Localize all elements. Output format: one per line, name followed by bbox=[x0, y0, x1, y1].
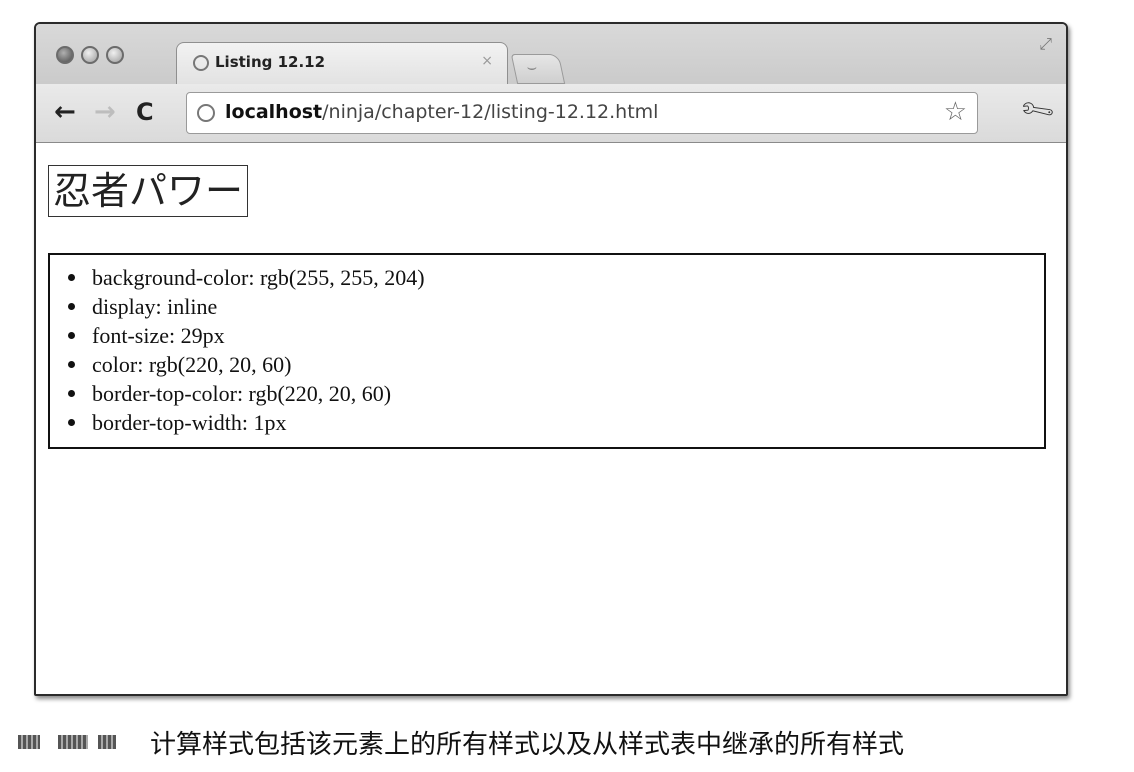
wrench-icon[interactable]: 🔧︎ bbox=[1016, 90, 1057, 130]
globe-icon bbox=[193, 55, 209, 71]
figure-number-mark bbox=[18, 731, 138, 753]
computed-styles-list: background-color: rgb(255, 255, 204) dis… bbox=[50, 255, 1044, 437]
style-text: border-top-width: 1px bbox=[92, 410, 287, 435]
tab-title: Listing 12.12 bbox=[215, 53, 326, 71]
address-bar[interactable]: localhost/ninja/chapter-12/listing-12.12… bbox=[186, 92, 978, 134]
close-tab-icon[interactable]: × bbox=[481, 53, 493, 69]
bullet-icon bbox=[68, 303, 75, 310]
list-item: font-size: 29px bbox=[64, 321, 1044, 350]
tab-listing[interactable]: Listing 12.12 × bbox=[176, 42, 508, 85]
list-item: background-color: rgb(255, 255, 204) bbox=[64, 263, 1044, 292]
resize-icon[interactable]: ⤢ bbox=[1039, 34, 1052, 54]
style-text: font-size: 29px bbox=[92, 323, 225, 348]
bullet-icon bbox=[68, 390, 75, 397]
zoom-window-button[interactable] bbox=[106, 46, 124, 64]
list-item: border-top-color: rgb(220, 20, 60) bbox=[64, 379, 1044, 408]
figure: Listing 12.12 × ⌣ ⤢ ← → C localhost/ninj… bbox=[0, 0, 1134, 772]
close-window-button[interactable] bbox=[56, 46, 74, 64]
list-item: border-top-width: 1px bbox=[64, 408, 1044, 437]
url-text[interactable]: localhost/ninja/chapter-12/listing-12.12… bbox=[225, 101, 658, 123]
style-text: background-color: rgb(255, 255, 204) bbox=[92, 265, 425, 290]
minimize-window-button[interactable] bbox=[81, 46, 99, 64]
star-icon[interactable]: ☆ bbox=[944, 97, 967, 127]
list-item: color: rgb(220, 20, 60) bbox=[64, 350, 1044, 379]
new-tab-icon: ⌣ bbox=[526, 57, 538, 76]
caption-text: 计算样式包括该元素上的所有样式以及从样式表中继承的所有样式 bbox=[150, 729, 905, 760]
arrow-left-icon[interactable]: ← bbox=[54, 98, 76, 126]
style-text: display: inline bbox=[92, 294, 218, 319]
browser-chrome: Listing 12.12 × ⌣ ⤢ ← → C localhost/ninj… bbox=[36, 24, 1066, 143]
arrow-right-icon[interactable]: → bbox=[94, 98, 116, 126]
reload-icon[interactable]: C bbox=[136, 98, 154, 126]
new-tab-button[interactable]: ⌣ bbox=[510, 54, 566, 84]
list-item: display: inline bbox=[64, 292, 1044, 321]
bullet-icon bbox=[68, 361, 75, 368]
computed-styles-box: background-color: rgb(255, 255, 204) dis… bbox=[48, 253, 1046, 449]
navigation-bar: ← → C localhost/ninja/chapter-12/listing… bbox=[36, 84, 1066, 142]
url-path: /ninja/chapter-12/listing-12.12.html bbox=[322, 101, 659, 123]
browser-window: Listing 12.12 × ⌣ ⤢ ← → C localhost/ninj… bbox=[34, 22, 1068, 696]
globe-icon bbox=[197, 104, 215, 122]
style-text: border-top-color: rgb(220, 20, 60) bbox=[92, 381, 392, 406]
url-host: localhost bbox=[225, 101, 323, 123]
figure-caption: 计算样式包括该元素上的所有样式以及从样式表中继承的所有样式 bbox=[18, 722, 904, 762]
bullet-icon bbox=[68, 274, 75, 281]
page-content: 忍者パワー background-color: rgb(255, 255, 20… bbox=[36, 143, 1066, 694]
page-heading: 忍者パワー bbox=[48, 165, 249, 217]
bullet-icon bbox=[68, 332, 75, 339]
bullet-icon bbox=[68, 419, 75, 426]
style-text: color: rgb(220, 20, 60) bbox=[92, 352, 292, 377]
